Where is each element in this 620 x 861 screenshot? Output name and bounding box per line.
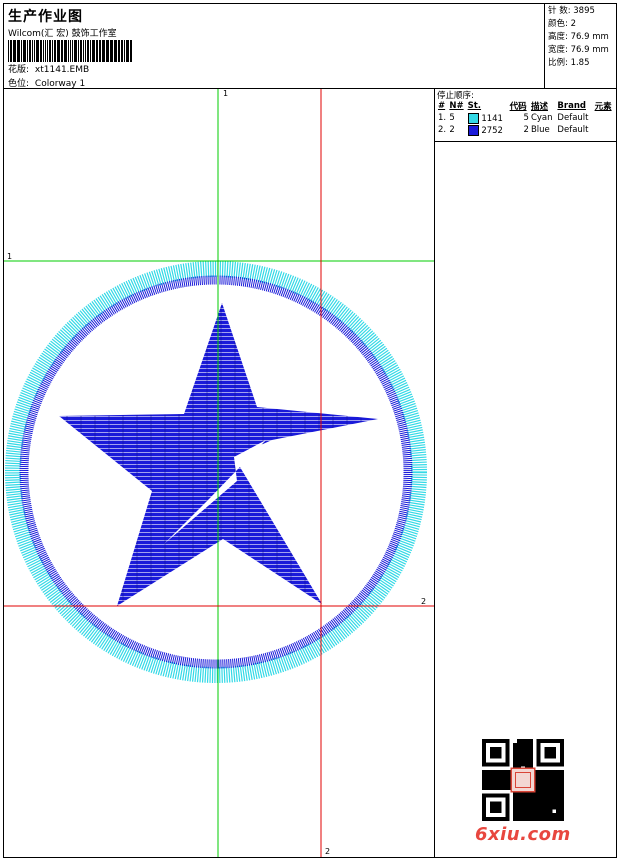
design-area: 1 1 2 2: [4, 89, 434, 857]
row-stitches: 1141: [467, 112, 509, 124]
table-row: 1. 5 1141 5 Cyan Default: [437, 112, 615, 124]
col-brand: Brand: [557, 101, 586, 111]
row-stitch-count: 2752: [481, 125, 503, 136]
col-element: 元素: [594, 102, 612, 112]
row-needle: 2: [449, 125, 455, 135]
col-code: 代码: [509, 102, 527, 112]
row-brand: Default: [557, 113, 589, 123]
qr-code-icon: [482, 739, 564, 821]
row-num: 2.: [438, 125, 447, 135]
company-name: Wilcom(汇 宏) 鼓饰工作室: [8, 29, 117, 39]
col-num: #: [438, 101, 446, 111]
row-needle: 5: [449, 113, 455, 123]
design-scale: 比例: 1.85: [548, 58, 590, 68]
design-stats: 针 数: 3895 颜色: 2 高度: 76.9 mm 宽度: 76.9 mm …: [544, 4, 617, 88]
row-code: 2: [523, 125, 529, 135]
design-width: 宽度: 76.9 mm: [548, 45, 609, 55]
guide-label-v2: 2: [325, 847, 331, 856]
row-brand: Default: [557, 125, 589, 135]
design-file-name: xt1141.EMB: [34, 65, 90, 75]
guide-label-v1: 1: [223, 89, 229, 98]
col-needle: N#: [449, 101, 464, 111]
guide-label-h1: 1: [7, 252, 13, 261]
design-file-line: 花版: xt1141.EMB: [8, 62, 89, 75]
row-stitch-count: 1141: [481, 113, 503, 124]
color-count: 颜色: 2: [548, 19, 576, 29]
page-title: 生产作业图: [8, 9, 83, 25]
row-num: 1.: [438, 113, 447, 123]
stop-table-header: # N# St. 代码 描述 Brand 元素: [437, 100, 615, 112]
stop-sequence-panel: 停止顺序: # N# St. 代码 描述 Brand 元素 1. 5 1141 …: [435, 89, 617, 857]
design-file-label: 花版:: [8, 65, 30, 75]
design-height: 高度: 76.9 mm: [548, 32, 609, 42]
stop-table-divider: [435, 141, 617, 142]
stop-sequence-table: # N# St. 代码 描述 Brand 元素 1. 5 1141 5 Cyan…: [437, 100, 615, 136]
col-desc: 描述: [530, 102, 548, 112]
guide-label-h2: 2: [421, 597, 427, 606]
row-code: 5: [523, 113, 529, 123]
barcode: [8, 40, 132, 62]
row-element: [594, 112, 615, 124]
row-desc: Blue: [530, 125, 550, 135]
watermark-logo: 6xiu.com: [475, 824, 571, 845]
embroidery-preview: [4, 89, 434, 857]
col-stitches: St.: [467, 101, 482, 111]
row-desc: Cyan: [530, 113, 553, 123]
row-stitches: 2752: [467, 124, 509, 136]
row-element: [594, 124, 615, 136]
color-swatch: [467, 124, 479, 136]
header-info: 生产作业图 Wilcom(汇 宏) 鼓饰工作室 花版: xt1141.EMB 色…: [4, 4, 544, 89]
table-row: 2. 2 2752 2 Blue Default: [437, 124, 615, 136]
stitch-count: 针 数: 3895: [548, 6, 595, 16]
color-swatch: [467, 112, 479, 124]
